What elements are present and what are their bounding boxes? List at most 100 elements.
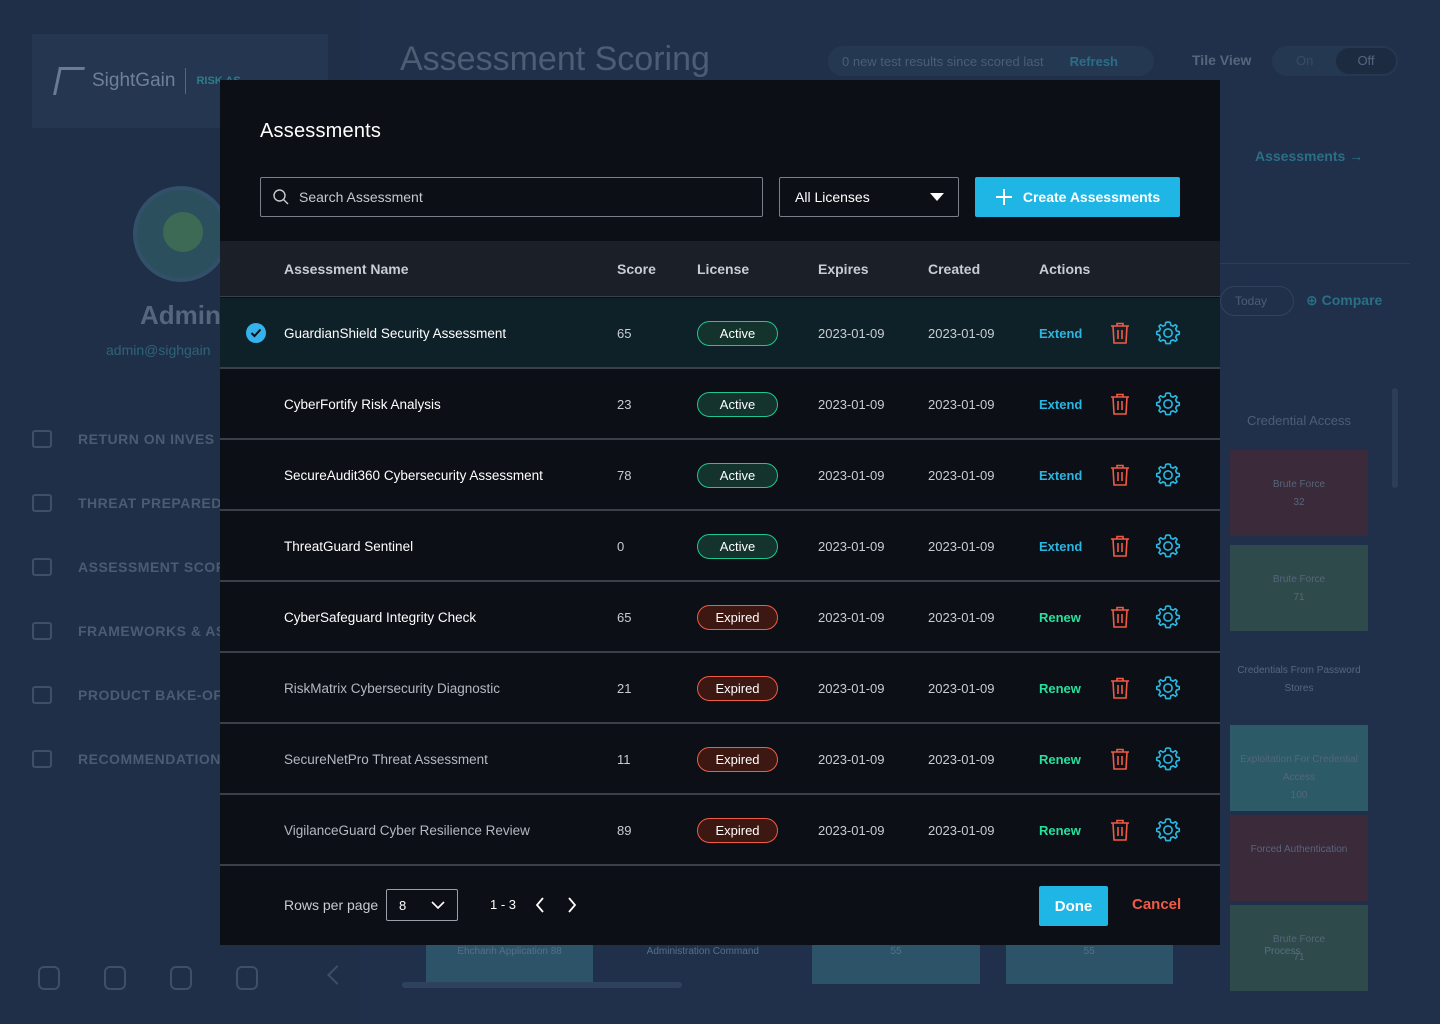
technique-card[interactable]: Brute Force 32 — [1230, 450, 1368, 536]
assessment-score: 65 — [617, 610, 632, 625]
trash-icon[interactable] — [1110, 677, 1130, 699]
table-row[interactable]: RiskMatrix Cybersecurity Diagnostic 21 Exp… — [220, 653, 1220, 724]
column-header-name[interactable]: Assessment Name — [284, 261, 409, 277]
assessment-name[interactable]: CyberFortify Risk Analysis — [284, 369, 441, 440]
license-filter-select[interactable]: All Licenses — [779, 177, 959, 217]
assessment-name[interactable]: CyberSafeguard Integrity Check — [284, 582, 476, 653]
toggle-off-option[interactable]: Off — [1336, 48, 1396, 74]
table-row[interactable]: CyberFortify Risk Analysis 23 Active 2023-0… — [220, 369, 1220, 440]
assessment-name[interactable]: RiskMatrix Cybersecurity Diagnostic — [284, 653, 500, 724]
gear-icon[interactable] — [1155, 675, 1181, 701]
card-title: Credentials From Password Stores — [1237, 665, 1361, 694]
done-button[interactable]: Done — [1039, 886, 1108, 926]
column-header-expires[interactable]: Expires — [818, 261, 869, 277]
technique-card[interactable]: Ehchanh Application 88 — [426, 940, 594, 984]
assessment-name[interactable]: GuardianShield Security Assessment — [284, 298, 506, 369]
trash-icon[interactable] — [1110, 748, 1130, 770]
search-input[interactable] — [299, 189, 739, 205]
bell-icon[interactable] — [38, 966, 60, 990]
extend-link[interactable]: Extend — [1039, 511, 1082, 582]
trash-icon[interactable] — [1110, 464, 1130, 486]
gear-icon[interactable] — [1155, 746, 1181, 772]
created-date: 2023-01-09 — [928, 539, 995, 554]
selected-check-icon[interactable] — [246, 323, 266, 343]
created-date: 2023-01-09 — [928, 326, 995, 341]
building-icon[interactable] — [236, 966, 258, 990]
product-icon — [32, 686, 52, 704]
gear-icon[interactable] — [1155, 320, 1181, 346]
card-value: 32 — [1293, 497, 1305, 508]
table-row[interactable]: SecureNetPro Threat Assessment 11 Expired 2… — [220, 724, 1220, 795]
trash-icon[interactable] — [1110, 606, 1130, 628]
refresh-link[interactable]: Refresh — [1070, 54, 1118, 69]
technique-card[interactable]: Credentials From Password Stores — [1230, 636, 1368, 722]
renew-link[interactable]: Renew — [1039, 653, 1081, 724]
table-row[interactable]: GuardianShield Security Assessment 65 Acti… — [220, 298, 1220, 369]
trash-icon[interactable] — [1110, 322, 1130, 344]
column-header-created[interactable]: Created — [928, 261, 980, 277]
technique-card[interactable]: 55 — [1005, 940, 1173, 984]
trash-icon[interactable] — [1110, 393, 1130, 415]
column-header-score[interactable]: Score — [617, 261, 656, 277]
assessments-link[interactable]: Assessments → — [1255, 148, 1363, 164]
user-name: Admin — [140, 300, 221, 330]
table-row[interactable]: VigilanceGuard Cyber Resilience Review 89… — [220, 795, 1220, 866]
bottom-technique-strip: Ehchanh Application 88 Administration Co… — [426, 940, 1366, 984]
avatar[interactable] — [133, 186, 229, 282]
table-row[interactable]: CyberSafeguard Integrity Check 65 Expired 2… — [220, 582, 1220, 653]
technique-card[interactable]: Process — [1199, 940, 1366, 984]
gear-icon[interactable] — [1155, 604, 1181, 630]
chevron-right-icon[interactable] — [566, 896, 578, 914]
table-row[interactable]: ThreatGuard Sentinel 0 Active 2023-01-09 202… — [220, 511, 1220, 582]
extend-link[interactable]: Extend — [1039, 298, 1082, 369]
sidebar-item-threat[interactable]: THREAT PREPARED — [32, 494, 222, 512]
vertical-scrollbar[interactable] — [1392, 388, 1398, 488]
chevron-left-icon[interactable] — [534, 896, 546, 914]
sidebar-item-label: FRAMEWORKS & AS — [78, 623, 226, 639]
assessments-modal: Assessments All Licenses Create Assessme… — [220, 80, 1220, 945]
assessment-name[interactable]: SecureAudit360 Cybersecurity Assessment — [284, 440, 543, 511]
gear-icon[interactable] — [104, 966, 126, 990]
assessment-name[interactable]: ThreatGuard Sentinel — [284, 511, 413, 582]
technique-card[interactable]: 55 — [812, 940, 980, 984]
create-assessments-button[interactable]: Create Assessments — [975, 177, 1180, 217]
gear-icon[interactable] — [1155, 391, 1181, 417]
technique-card[interactable]: Administration Command — [619, 940, 786, 984]
cancel-button[interactable]: Cancel — [1132, 896, 1181, 913]
renew-link[interactable]: Renew — [1039, 724, 1081, 795]
gear-icon[interactable] — [1155, 817, 1181, 843]
tile-view-toggle[interactable]: On Off — [1272, 46, 1398, 76]
assessment-select[interactable] — [1220, 206, 1410, 264]
sidebar-item-roi[interactable]: RETURN ON INVES — [32, 430, 215, 448]
table-row[interactable]: SecureAudit360 Cybersecurity Assessment 7… — [220, 440, 1220, 511]
sidebar-item-bake-off[interactable]: PRODUCT BAKE-OF — [32, 686, 222, 704]
trash-icon[interactable] — [1110, 819, 1130, 841]
extend-link[interactable]: Extend — [1039, 440, 1082, 511]
search-field[interactable] — [260, 177, 763, 217]
compare-button[interactable]: ⊕ Compare — [1306, 292, 1382, 309]
renew-link[interactable]: Renew — [1039, 795, 1081, 866]
assessment-name[interactable]: SecureNetPro Threat Assessment — [284, 724, 488, 795]
sidebar-item-frameworks[interactable]: FRAMEWORKS & AS — [32, 622, 226, 640]
trash-icon[interactable] — [1110, 535, 1130, 557]
sightgain-logo-icon — [53, 67, 85, 95]
technique-card[interactable]: Brute Force 71 — [1230, 545, 1368, 631]
column-header-license[interactable]: License — [697, 261, 749, 277]
gear-icon[interactable] — [1155, 533, 1181, 559]
assessment-name[interactable]: VigilanceGuard Cyber Resilience Review — [284, 795, 530, 866]
horizontal-scrollbar[interactable] — [402, 982, 682, 988]
today-button[interactable]: Today — [1220, 286, 1294, 316]
sidebar-item-label: THREAT PREPARED — [78, 495, 222, 511]
assessment-score: 0 — [617, 539, 625, 554]
technique-card[interactable]: Forced Authentication — [1230, 815, 1368, 901]
collapse-sidebar-icon[interactable] — [327, 965, 347, 985]
extend-link[interactable]: Extend — [1039, 369, 1082, 440]
phone-icon[interactable] — [170, 966, 192, 990]
technique-card[interactable]: Exploitation For Credential Access 100 — [1230, 725, 1368, 811]
sidebar-item-assessment-scoring[interactable]: ASSESSMENT SCOR — [32, 558, 226, 576]
sidebar-item-recommendations[interactable]: RECOMMENDATION — [32, 750, 221, 768]
gear-icon[interactable] — [1155, 462, 1181, 488]
renew-link[interactable]: Renew — [1039, 582, 1081, 653]
rows-per-page-select[interactable]: 8 — [386, 889, 458, 921]
toggle-on-option[interactable]: On — [1296, 53, 1313, 68]
